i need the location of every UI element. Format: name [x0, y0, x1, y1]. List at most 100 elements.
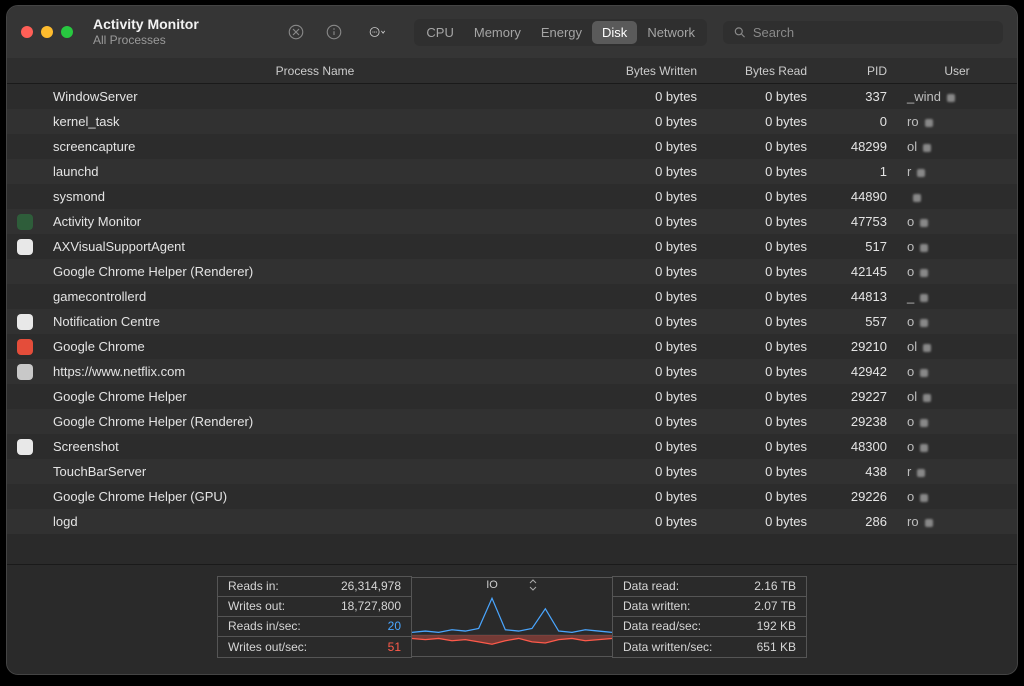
table-row[interactable]: kernel_task0 bytes0 bytes0ro: [7, 109, 1017, 134]
tab-disk[interactable]: Disk: [592, 21, 637, 44]
bytes-written: 0 bytes: [587, 89, 707, 104]
bytes-written: 0 bytes: [587, 264, 707, 279]
writes-out-value: 18,727,800: [341, 599, 401, 613]
process-name: Google Chrome Helper: [43, 389, 587, 404]
bytes-written: 0 bytes: [587, 439, 707, 454]
process-name: Google Chrome: [43, 339, 587, 354]
pid: 44813: [817, 289, 897, 304]
writes-out-label: Writes out:: [228, 599, 285, 613]
pid: 286: [817, 514, 897, 529]
ellipsis-icon: [369, 23, 387, 41]
bytes-written: 0 bytes: [587, 414, 707, 429]
bytes-read: 0 bytes: [707, 264, 817, 279]
pid: 337: [817, 89, 897, 104]
close-window-button[interactable]: [21, 26, 33, 38]
data-written-value: 2.07 TB: [754, 599, 796, 613]
bytes-read: 0 bytes: [707, 189, 817, 204]
pid: 557: [817, 314, 897, 329]
column-header-written[interactable]: Bytes Written: [587, 64, 707, 78]
table-row[interactable]: Google Chrome0 bytes0 bytes29210ol: [7, 334, 1017, 359]
user: o: [897, 239, 1017, 254]
io-counts-panel: Reads in:26,314,978 Writes out:18,727,80…: [217, 576, 412, 658]
table-header: Process Name Bytes Written Bytes Read PI…: [7, 58, 1017, 84]
tab-memory[interactable]: Memory: [464, 21, 531, 44]
column-header-pid[interactable]: PID: [817, 64, 897, 78]
search-field[interactable]: [723, 21, 1003, 44]
activity-monitor-window: Activity Monitor All Processes CPUMemory…: [6, 5, 1018, 675]
pid: 438: [817, 464, 897, 479]
column-header-user[interactable]: User: [897, 64, 1017, 78]
user: r: [897, 464, 1017, 479]
process-name: Notification Centre: [43, 314, 587, 329]
window-subtitle[interactable]: All Processes: [93, 33, 199, 47]
user: ol: [897, 139, 1017, 154]
table-row[interactable]: Activity Monitor0 bytes0 bytes47753o: [7, 209, 1017, 234]
options-menu-button[interactable]: [358, 18, 398, 46]
user: _: [897, 289, 1017, 304]
table-row[interactable]: Google Chrome Helper (Renderer)0 bytes0 …: [7, 409, 1017, 434]
pid: 29210: [817, 339, 897, 354]
pid: 48299: [817, 139, 897, 154]
process-icon: [17, 239, 33, 255]
writes-sec-value: 51: [388, 640, 401, 654]
minimize-window-button[interactable]: [41, 26, 53, 38]
table-row[interactable]: https://www.netflix.com0 bytes0 bytes429…: [7, 359, 1017, 384]
user: o: [897, 314, 1017, 329]
table-row[interactable]: screencapture0 bytes0 bytes48299ol: [7, 134, 1017, 159]
process-name: logd: [43, 514, 587, 529]
bytes-read: 0 bytes: [707, 339, 817, 354]
user: o: [897, 439, 1017, 454]
bytes-read: 0 bytes: [707, 89, 817, 104]
process-name: AXVisualSupportAgent: [43, 239, 587, 254]
process-name: Google Chrome Helper (GPU): [43, 489, 587, 504]
table-row[interactable]: sysmond0 bytes0 bytes44890: [7, 184, 1017, 209]
table-row[interactable]: Screenshot0 bytes0 bytes48300o: [7, 434, 1017, 459]
column-header-name[interactable]: Process Name: [43, 64, 587, 78]
table-row[interactable]: launchd0 bytes0 bytes1r: [7, 159, 1017, 184]
fullscreen-window-button[interactable]: [61, 26, 73, 38]
window-title-block: Activity Monitor All Processes: [93, 16, 199, 47]
data-read-sec-value: 192 KB: [757, 619, 796, 633]
bytes-written: 0 bytes: [587, 364, 707, 379]
table-row[interactable]: WindowServer0 bytes0 bytes337_wind: [7, 84, 1017, 109]
table-row[interactable]: gamecontrollerd0 bytes0 bytes44813_: [7, 284, 1017, 309]
process-name: screencapture: [43, 139, 587, 154]
reads-sec-value: 20: [388, 619, 401, 633]
table-row[interactable]: logd0 bytes0 bytes286ro: [7, 509, 1017, 534]
writes-sec-label: Writes out/sec:: [228, 640, 307, 654]
bytes-read: 0 bytes: [707, 289, 817, 304]
table-row[interactable]: AXVisualSupportAgent0 bytes0 bytes517o: [7, 234, 1017, 259]
bytes-read: 0 bytes: [707, 514, 817, 529]
table-row[interactable]: TouchBarServer0 bytes0 bytes438r: [7, 459, 1017, 484]
search-input[interactable]: [753, 25, 993, 40]
table-row[interactable]: Google Chrome Helper (GPU)0 bytes0 bytes…: [7, 484, 1017, 509]
column-header-read[interactable]: Bytes Read: [707, 64, 817, 78]
bytes-written: 0 bytes: [587, 339, 707, 354]
tab-energy[interactable]: Energy: [531, 21, 592, 44]
pid: 42942: [817, 364, 897, 379]
reads-in-label: Reads in:: [228, 579, 279, 593]
table-row[interactable]: Google Chrome Helper (Renderer)0 bytes0 …: [7, 259, 1017, 284]
io-chart: [412, 593, 612, 656]
data-volume-panel: Data read:2.16 TB Data written:2.07 TB D…: [612, 576, 807, 658]
pid: 47753: [817, 214, 897, 229]
bytes-written: 0 bytes: [587, 389, 707, 404]
info-icon: [325, 23, 343, 41]
pid: 48300: [817, 439, 897, 454]
bytes-read: 0 bytes: [707, 314, 817, 329]
bytes-written: 0 bytes: [587, 114, 707, 129]
user: o: [897, 414, 1017, 429]
tab-cpu[interactable]: CPU: [416, 21, 463, 44]
io-chart-panel: IO: [412, 577, 612, 657]
tab-network[interactable]: Network: [637, 21, 705, 44]
bytes-written: 0 bytes: [587, 289, 707, 304]
pid: 517: [817, 239, 897, 254]
process-name: gamecontrollerd: [43, 289, 587, 304]
bytes-read: 0 bytes: [707, 389, 817, 404]
user: o: [897, 489, 1017, 504]
table-row[interactable]: Google Chrome Helper0 bytes0 bytes29227o…: [7, 384, 1017, 409]
io-chart-selector[interactable]: IO: [412, 578, 612, 593]
table-row[interactable]: Notification Centre0 bytes0 bytes557o: [7, 309, 1017, 334]
stop-process-button[interactable]: [282, 18, 310, 46]
info-button[interactable]: [320, 18, 348, 46]
